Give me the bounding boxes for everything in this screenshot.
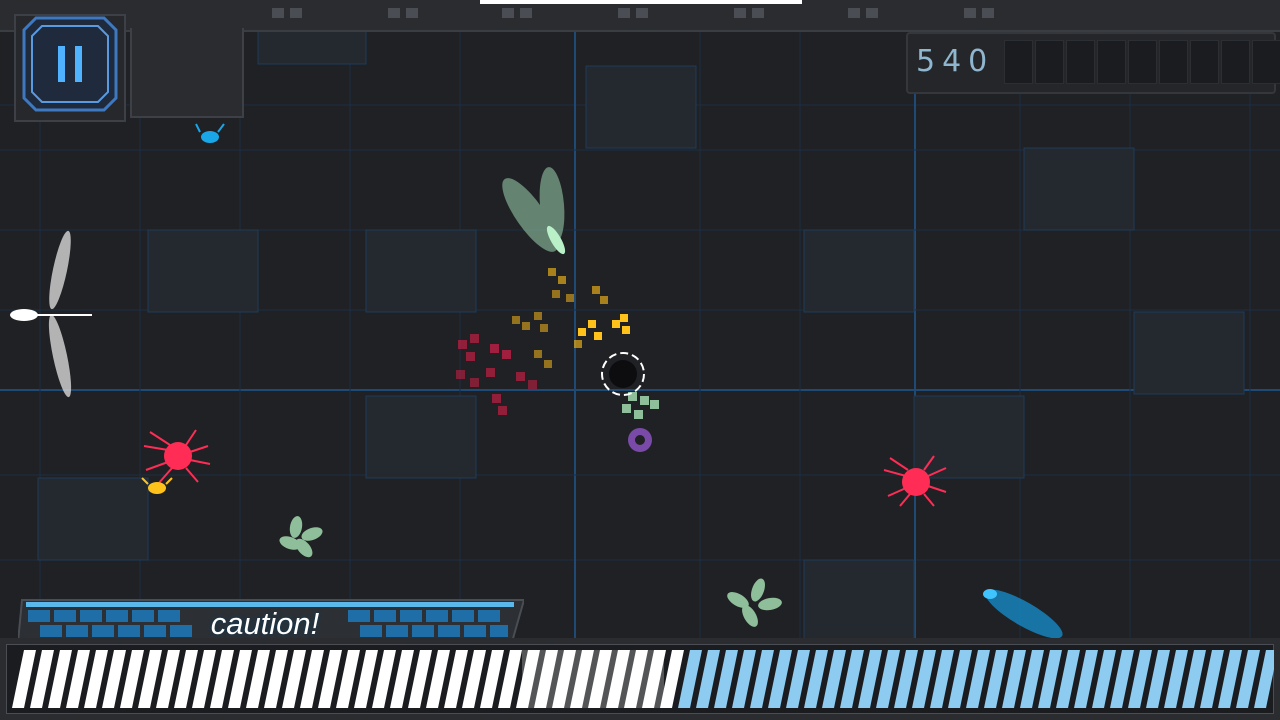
score-value: 540 — [916, 44, 995, 79]
score-cell — [1097, 40, 1126, 84]
score-cell — [1035, 40, 1064, 84]
notch — [618, 8, 630, 18]
notch — [388, 8, 400, 18]
green-pixel-swarm — [622, 392, 659, 419]
pause-button[interactable] — [22, 16, 118, 112]
notch — [866, 8, 878, 18]
notch — [520, 8, 532, 18]
score-cell — [1159, 40, 1188, 84]
score-cell — [1004, 40, 1033, 84]
gear-icon — [628, 428, 652, 452]
notch — [752, 8, 764, 18]
blue-dart-enemy — [983, 589, 1063, 639]
notch — [982, 8, 994, 18]
notch — [636, 8, 648, 18]
top-progress-indicator — [480, 0, 802, 4]
score-cells — [1004, 40, 1280, 84]
notch — [272, 8, 284, 18]
energy-meter — [6, 644, 1274, 714]
notch — [502, 8, 514, 18]
notch — [406, 8, 418, 18]
notch — [848, 8, 860, 18]
green-plant-2 — [727, 578, 782, 627]
green-plant — [279, 516, 323, 558]
red-spider-enemy — [143, 429, 211, 485]
white-dragonfly-enemy — [10, 230, 92, 398]
pause-icon — [22, 16, 118, 112]
notch — [734, 8, 746, 18]
blue-bug-enemy — [195, 123, 225, 143]
meter-highlight — [522, 650, 664, 708]
player-cursor[interactable] — [601, 352, 645, 396]
grid-tiles — [37, 29, 1245, 643]
score-cell — [1190, 40, 1219, 84]
notch — [290, 8, 302, 18]
yellow-pixel-swarm — [512, 268, 630, 368]
notch — [964, 8, 976, 18]
score-cell — [1252, 40, 1280, 84]
score-cell — [1128, 40, 1157, 84]
pause-side-panel — [130, 28, 244, 118]
score-cell — [1221, 40, 1250, 84]
score-cell — [1066, 40, 1095, 84]
